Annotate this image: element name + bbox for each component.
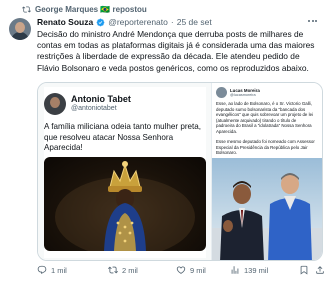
views-chart-icon xyxy=(231,266,239,274)
reply-icon xyxy=(37,265,47,275)
views-button[interactable]: 139 mil xyxy=(230,265,268,275)
embedded-avatar-right xyxy=(216,87,227,98)
embedded-tweet-text-right: Esse, ao lado de Bolsonaro, é o Sr. Vict… xyxy=(216,101,313,134)
repost-label: George Marques 🇧🇷 repostou xyxy=(35,4,147,14)
media-image-right[interactable]: Lucas Moreira @lucasmoreira Esse, ao lad… xyxy=(212,83,322,260)
embedded-tweet-screenshot: Antonio Tabet @antoniotabet A família mi… xyxy=(44,87,206,258)
views-count: 139 mil xyxy=(244,265,269,275)
tweet-media[interactable]: Antonio Tabet @antoniotabet A família mi… xyxy=(37,82,323,261)
embedded-tweet-text-right-2: Esse mesmo deputado foi nomeado com Asse… xyxy=(216,139,315,156)
author-name[interactable]: Renato Souza xyxy=(37,17,93,27)
politicians-photo xyxy=(212,158,322,260)
embedded-author-handle: @antoniotabet xyxy=(71,105,117,112)
share-icon xyxy=(316,266,324,274)
repost-action-icon xyxy=(108,266,118,274)
author-avatar[interactable] xyxy=(9,18,31,40)
bookmark-button[interactable] xyxy=(299,265,309,275)
tweet-text: Decisão do ministro André Mendonça que d… xyxy=(37,29,315,73)
like-button[interactable]: 9 mil xyxy=(176,265,206,275)
repost-count: 2 mil xyxy=(122,265,138,275)
heart-icon xyxy=(176,266,186,274)
tweet-date[interactable]: 25 de set xyxy=(177,17,212,27)
author-handle[interactable]: @reporterenato xyxy=(108,17,168,27)
verified-badge-icon xyxy=(96,18,105,26)
tweet-header: Renato Souza @reporterenato · 25 de set xyxy=(37,16,212,28)
embedded-author-name: Antonio Tabet xyxy=(71,94,131,104)
tweet-actions: 1 mil 2 mil 9 mil 139 mil xyxy=(37,263,325,277)
more-options-icon[interactable] xyxy=(308,17,320,25)
embedded-tweet-screenshot-right: Lucas Moreira @lucasmoreira Esse, ao lad… xyxy=(212,87,322,260)
embedded-author-handle-right: @lucasmoreira xyxy=(230,93,256,97)
embedded-tweet-text: A família miliciana odeia tanto mulher p… xyxy=(44,122,202,153)
like-count: 9 mil xyxy=(190,265,206,275)
repost-icon xyxy=(22,5,31,13)
bookmark-icon xyxy=(300,265,308,275)
repost-indicator[interactable]: George Marques 🇧🇷 repostou xyxy=(22,3,147,15)
statue-photo xyxy=(44,157,206,251)
share-button[interactable] xyxy=(315,265,325,275)
media-image-left[interactable]: Antonio Tabet @antoniotabet A família mi… xyxy=(38,83,212,260)
embedded-avatar xyxy=(44,93,66,115)
reply-button[interactable]: 1 mil xyxy=(37,265,67,275)
repost-button[interactable]: 2 mil xyxy=(108,265,138,275)
separator-dot: · xyxy=(170,17,174,27)
reply-count: 1 mil xyxy=(51,265,67,275)
